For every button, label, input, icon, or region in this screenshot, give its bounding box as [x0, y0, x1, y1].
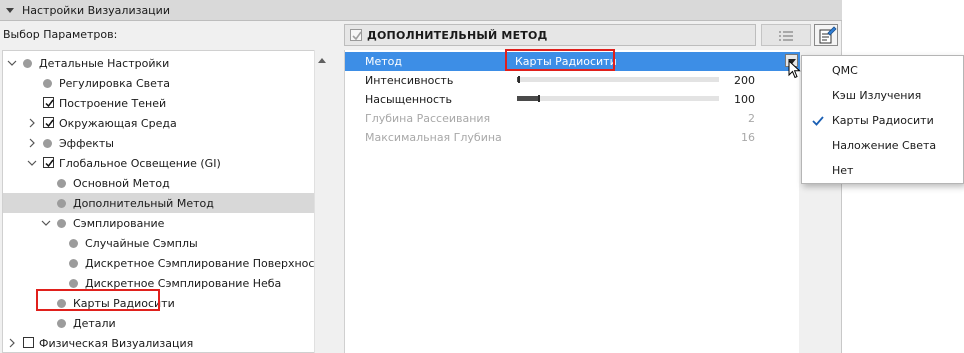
property-row: Максимальная Глубина 16 — [345, 128, 800, 147]
property-row[interactable]: Интенсивность 200 — [345, 71, 800, 90]
dropdown-option-label: QMC — [832, 64, 858, 77]
tree-item-label: Детали — [73, 316, 116, 330]
bullet-dot-icon — [43, 139, 52, 148]
collapse-triangle-icon[interactable] — [6, 7, 14, 13]
tree-scrollbar[interactable] — [314, 50, 329, 353]
bullet-dot-icon — [69, 239, 78, 248]
tree-item-label: Дополнительный Метод — [73, 196, 214, 210]
tree-checkbox[interactable] — [43, 117, 54, 128]
tree-checkbox[interactable] — [43, 157, 54, 168]
check-icon — [45, 99, 54, 108]
tree-item-label: Построение Теней — [59, 96, 167, 110]
dropdown-option[interactable]: Наложение Света — [802, 133, 964, 158]
bullet-dot-icon — [69, 259, 78, 268]
tree-item-label: Основной Метод — [73, 176, 170, 190]
tree-checkbox[interactable] — [23, 337, 34, 348]
property-value: 2 — [748, 112, 755, 125]
tree-item[interactable]: Построение Теней — [3, 93, 314, 113]
bullet-dot-icon — [57, 219, 66, 228]
bullet-dot-icon — [57, 199, 66, 208]
value-slider[interactable] — [517, 95, 719, 102]
properties-table: Метод Карты Радиосити Интенсивность 200 Насы… — [344, 50, 800, 353]
slider-thumb[interactable] — [538, 95, 541, 102]
tree-item-label: Регулировка Света — [59, 76, 171, 90]
tree-item[interactable]: Глобальное Освещение (GI) — [3, 153, 314, 173]
check-icon — [45, 119, 54, 128]
document-settings-button[interactable] — [814, 24, 838, 46]
tree-item[interactable]: Основной Метод — [3, 173, 314, 193]
tree-item[interactable]: Эффекты — [3, 133, 314, 153]
tree-item-label: Окружающая Среда — [59, 116, 177, 130]
dropdown-option-label: Нет — [832, 164, 854, 177]
property-row[interactable]: Насыщенность 100 — [345, 90, 800, 109]
annotation-highlight-tree-item — [36, 289, 160, 311]
check-icon — [45, 159, 54, 168]
tree-item-label: Эффекты — [59, 136, 114, 150]
mouse-cursor-icon — [788, 60, 801, 79]
property-value[interactable]: 200 — [734, 74, 755, 87]
property-name: Интенсивность — [365, 74, 454, 87]
tree-item[interactable]: Физическая Визуализация — [3, 333, 314, 352]
slider-thumb[interactable] — [518, 76, 521, 83]
bullet-dot-icon — [43, 79, 52, 88]
panel-title: Настройки Визуализации — [22, 3, 170, 17]
list-view-button[interactable] — [761, 24, 811, 46]
tree-item[interactable]: Регулировка Света — [3, 73, 314, 93]
bullet-dot-icon — [23, 59, 32, 68]
slider-fill — [517, 96, 540, 101]
tree-item[interactable]: Окружающая Среда — [3, 113, 314, 133]
property-value[interactable]: 100 — [734, 93, 755, 106]
bullet-dot-icon — [57, 179, 66, 188]
chevron-right-icon[interactable] — [27, 118, 37, 128]
bullet-dot-icon — [69, 279, 78, 288]
chevron-down-icon[interactable] — [7, 58, 17, 68]
panel-header[interactable]: Настройки Визуализации — [0, 0, 842, 21]
dropdown-option-label: Кэш Излучения — [832, 89, 922, 102]
tree-item-label: Физическая Визуализация — [39, 336, 194, 350]
property-name: Метод — [365, 55, 403, 68]
dropdown-option[interactable]: QMC — [802, 58, 964, 83]
tree-item[interactable]: Дополнительный Метод — [3, 193, 314, 213]
dropdown-option[interactable]: Карты Радиосити — [802, 108, 964, 133]
document-edit-icon — [819, 26, 837, 44]
scroll-up-icon[interactable] — [318, 58, 326, 63]
dropdown-option-label: Карты Радиосити — [832, 114, 934, 127]
value-slider[interactable] — [517, 76, 719, 83]
check-icon — [812, 116, 824, 126]
dropdown-option[interactable]: Кэш Излучения — [802, 83, 964, 108]
tree-item[interactable]: Случайные Сэмплы — [3, 233, 314, 253]
tree-item[interactable]: Дискретное Сэмплирование Поверхностей — [3, 253, 314, 273]
property-value: 16 — [741, 131, 755, 144]
check-icon — [352, 31, 362, 41]
annotation-highlight-method-value — [505, 49, 615, 71]
chevron-right-icon[interactable] — [7, 338, 17, 348]
dropdown-option-label: Наложение Света — [832, 139, 937, 152]
tree-checkbox[interactable] — [43, 97, 54, 108]
tree-item-label: Дискретное Сэмплирование Неба — [85, 276, 282, 290]
property-row: Глубина Рассеивания 2 — [345, 109, 800, 128]
tree-item-label: Случайные Сэмплы — [85, 236, 198, 250]
property-name: Насыщенность — [365, 93, 452, 106]
chevron-down-icon[interactable] — [41, 218, 51, 228]
tree-item-label: Сэмплирование — [73, 216, 165, 230]
tree-item[interactable]: Сэмплирование — [3, 213, 314, 233]
tree-item[interactable]: Детальные Настройки — [3, 53, 314, 73]
method-enable-checkbox[interactable] — [350, 29, 362, 41]
bullet-dot-icon — [57, 319, 66, 328]
chevron-right-icon[interactable] — [27, 138, 37, 148]
method-header: ДОПОЛНИТЕЛЬНЫЙ МЕТОД — [344, 24, 756, 46]
property-name: Глубина Рассеивания — [365, 112, 491, 125]
tree-item[interactable]: Детали — [3, 313, 314, 333]
tree-item-label: Дискретное Сэмплирование Поверхностей — [85, 256, 314, 270]
dropdown-option[interactable]: Нет — [802, 158, 964, 183]
chevron-down-icon[interactable] — [27, 158, 37, 168]
property-name: Максимальная Глубина — [365, 131, 502, 144]
method-title: ДОПОЛНИТЕЛЬНЫЙ МЕТОД — [367, 28, 548, 42]
tree-item-label: Детальные Настройки — [39, 56, 170, 70]
list-icon — [779, 31, 793, 41]
params-label: Выбор Параметров: — [3, 28, 118, 41]
method-dropdown-menu: QMC Кэш Излучения Карты Радиосити Наложение… — [801, 55, 964, 184]
tree-item-label: Глобальное Освещение (GI) — [59, 156, 221, 170]
